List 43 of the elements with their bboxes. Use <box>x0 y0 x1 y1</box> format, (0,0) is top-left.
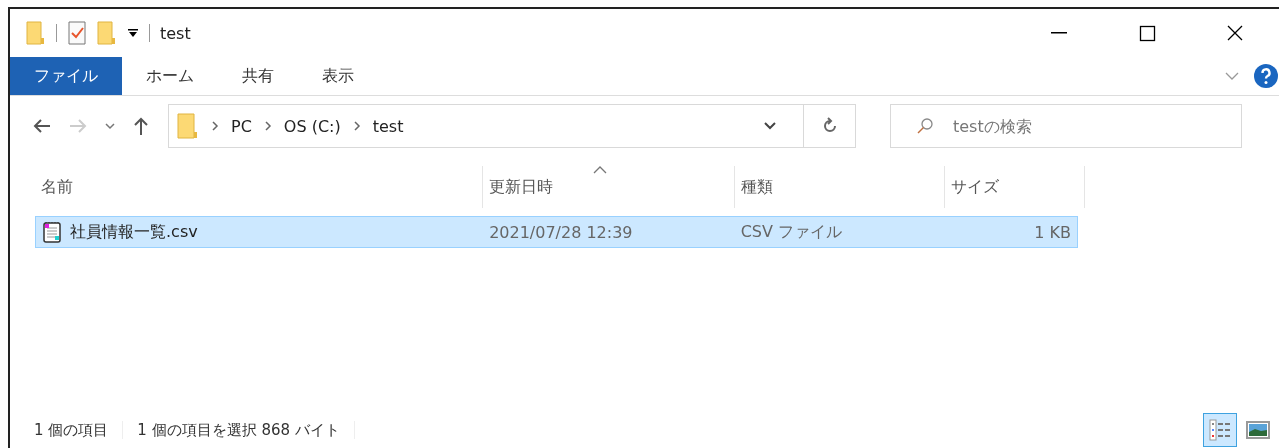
folder-icon[interactable] <box>26 21 46 45</box>
text-file-icon <box>42 221 62 243</box>
close-icon <box>1225 23 1245 43</box>
column-header[interactable]: 名前 <box>35 166 483 208</box>
landscape-icon <box>1245 419 1271 441</box>
dropdown-chevron-icon[interactable] <box>763 121 777 131</box>
chevron-icon <box>263 121 272 131</box>
minimize-icon <box>1051 32 1067 34</box>
properties-icon[interactable] <box>67 21 87 45</box>
chevron-icon <box>211 121 219 131</box>
file-size: 1 KB <box>1033 221 1072 244</box>
up-arrow-icon[interactable] <box>132 116 150 136</box>
ribbon-tab[interactable]: ファイル <box>10 57 122 95</box>
ribbon-tab[interactable]: ホーム <box>122 57 218 95</box>
item-count: 1 個の項目 <box>34 420 109 440</box>
maximize-icon <box>1137 23 1157 43</box>
ribbon-tab[interactable]: 表示 <box>298 57 378 95</box>
back-arrow-icon[interactable] <box>32 117 52 135</box>
column-header[interactable]: サイズ <box>945 166 1085 208</box>
modified-date: 2021/07/28 12:39 <box>488 221 634 244</box>
dropdown-icon[interactable] <box>127 28 139 38</box>
search-icon <box>916 117 934 135</box>
file-name: 社員情報一覧.csv <box>70 221 198 243</box>
breadcrumb[interactable]: PC <box>231 116 252 136</box>
file-type: CSV ファイル <box>739 220 843 243</box>
column-header[interactable]: 種類 <box>735 166 945 208</box>
selection-info: 1 個の項目を選択 868 バイト <box>137 420 340 440</box>
ribbon-tab[interactable]: 共有 <box>218 57 298 95</box>
search-field[interactable]: testの検索 <box>890 104 1242 148</box>
column-header[interactable]: 更新日時 <box>483 166 735 208</box>
breadcrumb[interactable]: OS (C:) <box>283 116 341 136</box>
folder-icon[interactable] <box>97 21 117 45</box>
details-view-button[interactable] <box>1203 413 1237 447</box>
file-row[interactable]: 社員情報一覧.csv 2021/07/28 12:39 CSV ファイル 1 KB <box>35 216 1078 248</box>
breadcrumb[interactable]: test <box>372 116 404 136</box>
help-icon[interactable] <box>1253 63 1279 89</box>
folder-icon <box>177 113 199 139</box>
expand-ribbon-icon[interactable] <box>1225 71 1239 81</box>
chevron-icon <box>352 121 361 131</box>
window-title: test <box>160 23 191 43</box>
address-bar[interactable]: PC OS (C:) test <box>168 104 856 148</box>
details-list-icon <box>1207 417 1233 443</box>
recent-chevron-icon[interactable] <box>104 122 116 130</box>
